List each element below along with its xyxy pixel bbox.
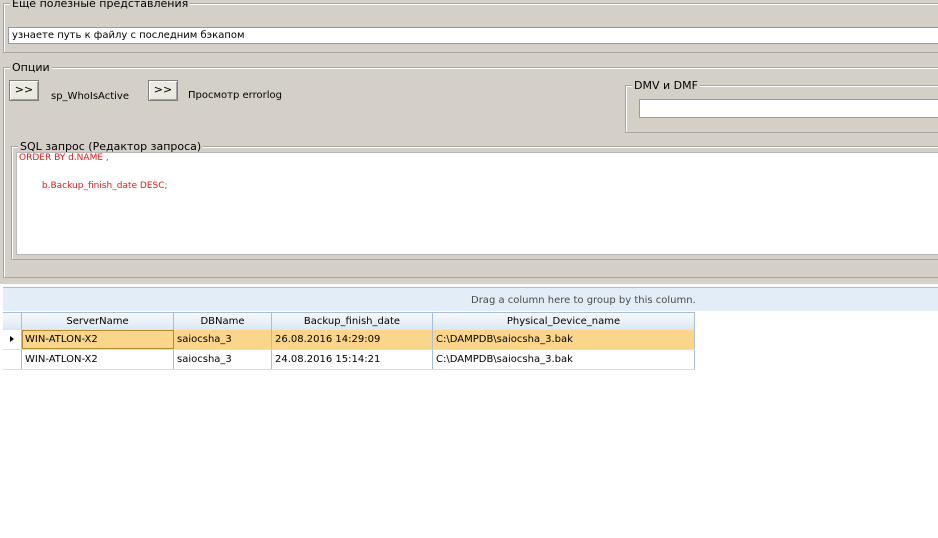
errorlog-label: Просмотр errorlog (188, 90, 282, 101)
results-grid: Drag a column here to group by this colu… (0, 287, 938, 538)
sql-editor-textarea[interactable]: ORDER BY d.NAME , b.Backup_finish_date D… (16, 152, 938, 255)
whoisactive-run-button[interactable]: >> (9, 80, 39, 101)
useful-views-combobox[interactable]: узнаете путь к файлу с последним бэкапом (8, 27, 938, 44)
table-row[interactable]: WIN-ATLON-X2 saiocsha_3 24.08.2016 15:14… (3, 350, 695, 370)
sql-line: b.Backup_finish_date DESC; (19, 181, 168, 191)
cell-servername[interactable]: WIN-ATLON-X2 (22, 330, 174, 349)
row-indicator (3, 350, 22, 369)
whoisactive-label: sp_WhoIsActive (51, 91, 129, 102)
table-row[interactable]: WIN-ATLON-X2 saiocsha_3 26.08.2016 14:29… (3, 330, 695, 350)
group-by-panel[interactable]: Drag a column here to group by this colu… (3, 287, 938, 311)
cell-backup-finish-date[interactable]: 24.08.2016 15:14:21 (272, 350, 433, 369)
cell-physical-device-name[interactable]: C:\DAMPDB\saiocsha_3.bak (433, 330, 695, 349)
column-header-backup-finish-date[interactable]: Backup_finish_date (272, 313, 433, 330)
grid-header: ServerName DBName Backup_finish_date Phy… (3, 312, 695, 331)
column-header-servername[interactable]: ServerName (22, 313, 174, 330)
column-header-dbname[interactable]: DBName (174, 313, 272, 330)
query-options-panel: Ещё полезные представления узнаете путь … (0, 0, 938, 284)
dmv-dmf-title: DMV и DMF (632, 79, 700, 92)
cell-dbname[interactable]: saiocsha_3 (174, 330, 272, 349)
options-title: Опции (10, 61, 52, 74)
header-indicator-cell (3, 313, 22, 330)
group-by-hint: Drag a column here to group by this colu… (471, 295, 696, 306)
cell-dbname[interactable]: saiocsha_3 (174, 350, 272, 369)
column-header-physical-device-name[interactable]: Physical_Device_name (433, 313, 695, 330)
useful-views-title: Ещё полезные представления (10, 0, 191, 10)
dmv-dmf-combobox[interactable] (639, 99, 938, 118)
errorlog-run-button[interactable]: >> (148, 80, 178, 101)
cell-physical-device-name[interactable]: C:\DAMPDB\saiocsha_3.bak (433, 350, 695, 369)
cell-servername[interactable]: WIN-ATLON-X2 (22, 350, 174, 369)
cell-backup-finish-date[interactable]: 26.08.2016 14:29:09 (272, 330, 433, 349)
sql-line: ORDER BY d.NAME , (19, 153, 109, 163)
row-indicator (3, 330, 22, 349)
current-row-arrow-icon (10, 336, 14, 342)
